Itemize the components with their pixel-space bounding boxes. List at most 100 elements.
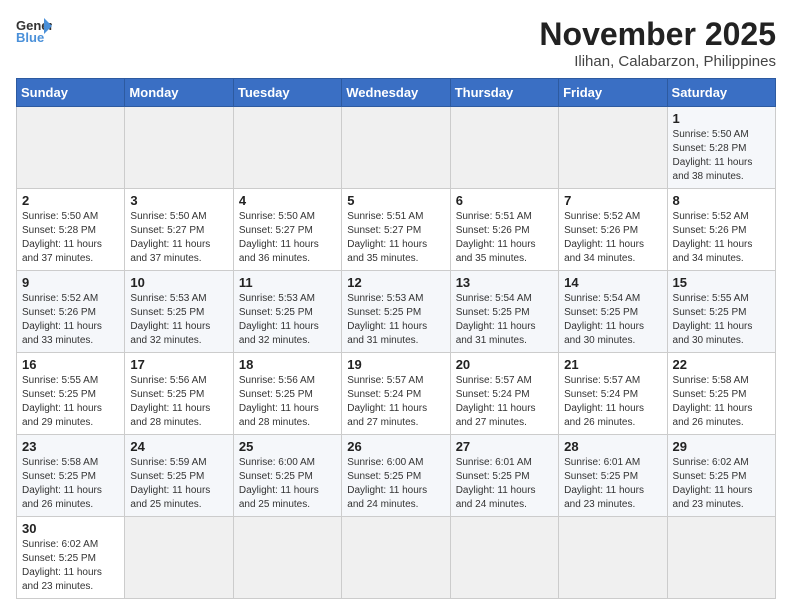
day-info: Sunrise: 5:52 AMSunset: 5:26 PMDaylight:… [673, 210, 770, 266]
day-info: Sunrise: 6:02 AMSunset: 5:25 PMDaylight:… [22, 538, 119, 594]
day-info: Sunrise: 5:59 AMSunset: 5:25 PMDaylight:… [130, 456, 227, 512]
day-number: 12 [347, 275, 444, 290]
calendar-cell: 25 Sunrise: 6:00 AMSunset: 5:25 PMDayligh… [233, 435, 341, 517]
day-info: Sunrise: 5:58 AMSunset: 5:25 PMDaylight:… [22, 456, 119, 512]
calendar-header: SundayMondayTuesdayWednesdayThursdayFrid… [17, 79, 776, 107]
page-header: General Blue November 2025 Ilihan, Calab… [16, 16, 776, 70]
day-number: 25 [239, 439, 336, 454]
calendar-cell: 11Sunrise: 5:53 AMSunset: 5:25 PMDayligh… [233, 271, 341, 353]
calendar-cell: 26 Sunrise: 6:00 AMSunset: 5:25 PMDayligh… [342, 435, 450, 517]
day-info: Sunrise: 5:56 AMSunset: 5:25 PMDaylight:… [239, 374, 336, 430]
day-info: Sunrise: 5:50 AMSunset: 5:28 PMDaylight:… [22, 210, 119, 266]
day-number: 18 [239, 357, 336, 372]
calendar-body: 1 Sunrise: 5:50 AMSunset: 5:28 PMDaylight… [17, 107, 776, 599]
day-number: 1 [673, 111, 770, 126]
calendar-cell: 10 Sunrise: 5:53 AMSunset: 5:25 PMDayligh… [125, 271, 233, 353]
day-info: Sunrise: 5:50 AMSunset: 5:27 PMDaylight:… [239, 210, 336, 266]
day-info: Sunrise: 5:54 AMSunset: 5:25 PMDaylight:… [564, 292, 661, 348]
calendar-cell: 3Sunrise: 5:50 AMSunset: 5:27 PMDaylight… [125, 189, 233, 271]
day-number: 14 [564, 275, 661, 290]
day-number: 4 [239, 193, 336, 208]
calendar-cell: 19Sunrise: 5:57 AMSunset: 5:24 PMDayligh… [342, 353, 450, 435]
title-block: November 2025 Ilihan, Calabarzon, Philip… [539, 16, 776, 70]
day-number: 15 [673, 275, 770, 290]
weekday-header: Tuesday [233, 79, 341, 107]
calendar-cell: 1 Sunrise: 5:50 AMSunset: 5:28 PMDaylight… [667, 107, 775, 189]
day-number: 17 [130, 357, 227, 372]
day-number: 16 [22, 357, 119, 372]
day-info: Sunrise: 6:00 AMSunset: 5:25 PMDaylight:… [347, 456, 444, 512]
weekday-row: SundayMondayTuesdayWednesdayThursdayFrid… [17, 79, 776, 107]
calendar-cell: 8 Sunrise: 5:52 AMSunset: 5:26 PMDaylight… [667, 189, 775, 271]
day-info: Sunrise: 5:58 AMSunset: 5:25 PMDaylight:… [673, 374, 770, 430]
calendar-cell: 14 Sunrise: 5:54 AMSunset: 5:25 PMDayligh… [559, 271, 667, 353]
day-number: 19 [347, 357, 444, 372]
day-number: 5 [347, 193, 444, 208]
calendar-cell: 27 Sunrise: 6:01 AMSunset: 5:25 PMDayligh… [450, 435, 558, 517]
day-info: Sunrise: 5:50 AMSunset: 5:28 PMDaylight:… [673, 128, 770, 184]
calendar-week-row: 2 Sunrise: 5:50 AMSunset: 5:28 PMDaylight… [17, 189, 776, 271]
day-info: Sunrise: 5:57 AMSunset: 5:24 PMDaylight:… [456, 374, 553, 430]
calendar-cell: 9Sunrise: 5:52 AMSunset: 5:26 PMDaylight… [17, 271, 125, 353]
calendar-cell: 5 Sunrise: 5:51 AMSunset: 5:27 PMDaylight… [342, 189, 450, 271]
day-number: 7 [564, 193, 661, 208]
day-info: Sunrise: 6:00 AMSunset: 5:25 PMDaylight:… [239, 456, 336, 512]
day-number: 26 [347, 439, 444, 454]
calendar-table: SundayMondayTuesdayWednesdayThursdayFrid… [16, 78, 776, 599]
day-info: Sunrise: 5:55 AMSunset: 5:25 PMDaylight:… [22, 374, 119, 430]
day-info: Sunrise: 5:52 AMSunset: 5:26 PMDaylight:… [564, 210, 661, 266]
day-number: 20 [456, 357, 553, 372]
calendar-week-row: 9Sunrise: 5:52 AMSunset: 5:26 PMDaylight… [17, 271, 776, 353]
calendar-cell [233, 517, 341, 599]
calendar-cell [342, 517, 450, 599]
calendar-cell: 13 Sunrise: 5:54 AMSunset: 5:25 PMDayligh… [450, 271, 558, 353]
weekday-header: Friday [559, 79, 667, 107]
calendar-cell: 29Sunrise: 6:02 AMSunset: 5:25 PMDayligh… [667, 435, 775, 517]
day-info: Sunrise: 5:54 AMSunset: 5:25 PMDaylight:… [456, 292, 553, 348]
calendar-cell: 30 Sunrise: 6:02 AMSunset: 5:25 PMDayligh… [17, 517, 125, 599]
calendar-cell: 16 Sunrise: 5:55 AMSunset: 5:25 PMDayligh… [17, 353, 125, 435]
day-number: 29 [673, 439, 770, 454]
calendar-cell [233, 107, 341, 189]
svg-text:Blue: Blue [16, 30, 44, 44]
calendar-cell [559, 107, 667, 189]
day-number: 23 [22, 439, 119, 454]
day-number: 11 [239, 275, 336, 290]
calendar-week-row: 23 Sunrise: 5:58 AMSunset: 5:25 PMDayligh… [17, 435, 776, 517]
day-info: Sunrise: 5:52 AMSunset: 5:26 PMDaylight:… [22, 292, 119, 348]
weekday-header: Saturday [667, 79, 775, 107]
calendar-cell: 17Sunrise: 5:56 AMSunset: 5:25 PMDayligh… [125, 353, 233, 435]
weekday-header: Thursday [450, 79, 558, 107]
calendar-week-row: 1 Sunrise: 5:50 AMSunset: 5:28 PMDaylight… [17, 107, 776, 189]
calendar-cell [450, 107, 558, 189]
calendar-cell: 6Sunrise: 5:51 AMSunset: 5:26 PMDaylight… [450, 189, 558, 271]
calendar-cell: 21Sunrise: 5:57 AMSunset: 5:24 PMDayligh… [559, 353, 667, 435]
day-number: 21 [564, 357, 661, 372]
calendar-cell [559, 517, 667, 599]
day-number: 27 [456, 439, 553, 454]
weekday-header: Sunday [17, 79, 125, 107]
day-info: Sunrise: 5:53 AMSunset: 5:25 PMDaylight:… [347, 292, 444, 348]
day-number: 10 [130, 275, 227, 290]
day-number: 24 [130, 439, 227, 454]
day-number: 22 [673, 357, 770, 372]
calendar-cell: 28Sunrise: 6:01 AMSunset: 5:25 PMDayligh… [559, 435, 667, 517]
day-info: Sunrise: 5:50 AMSunset: 5:27 PMDaylight:… [130, 210, 227, 266]
day-info: Sunrise: 6:01 AMSunset: 5:25 PMDaylight:… [456, 456, 553, 512]
day-info: Sunrise: 6:01 AMSunset: 5:25 PMDaylight:… [564, 456, 661, 512]
day-number: 13 [456, 275, 553, 290]
day-number: 30 [22, 521, 119, 536]
logo-icon: General Blue [16, 16, 52, 44]
day-number: 8 [673, 193, 770, 208]
day-number: 6 [456, 193, 553, 208]
page-title: November 2025 [539, 16, 776, 53]
calendar-cell [17, 107, 125, 189]
day-info: Sunrise: 5:53 AMSunset: 5:25 PMDaylight:… [130, 292, 227, 348]
calendar-cell: 4 Sunrise: 5:50 AMSunset: 5:27 PMDaylight… [233, 189, 341, 271]
day-info: Sunrise: 5:51 AMSunset: 5:27 PMDaylight:… [347, 210, 444, 266]
calendar-cell: 15 Sunrise: 5:55 AMSunset: 5:25 PMDayligh… [667, 271, 775, 353]
day-info: Sunrise: 5:55 AMSunset: 5:25 PMDaylight:… [673, 292, 770, 348]
calendar-cell: 22 Sunrise: 5:58 AMSunset: 5:25 PMDayligh… [667, 353, 775, 435]
day-number: 2 [22, 193, 119, 208]
calendar-cell: 23 Sunrise: 5:58 AMSunset: 5:25 PMDayligh… [17, 435, 125, 517]
